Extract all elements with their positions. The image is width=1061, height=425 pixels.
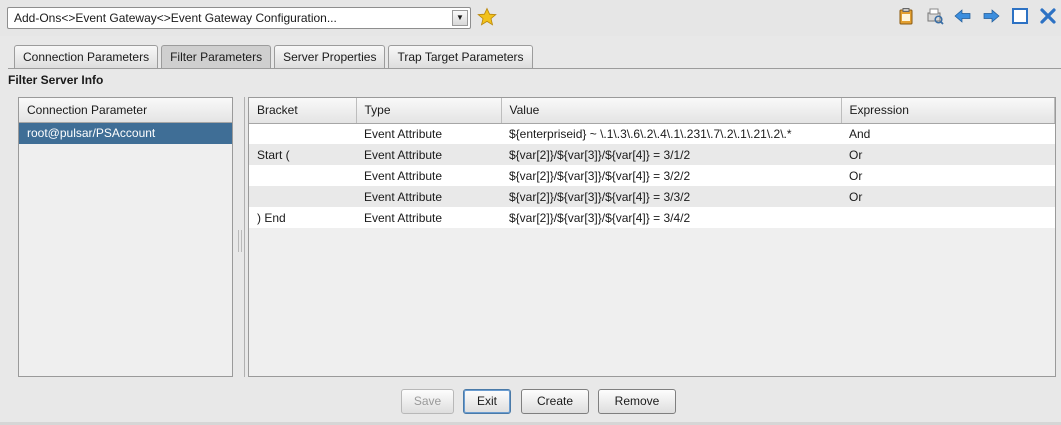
table-row[interactable]: Start ( Event Attribute ${var[2]}/${var[…	[249, 144, 1055, 165]
navigation-path-value: Add-Ons<>Event Gateway<>Event Gateway Co…	[14, 11, 337, 25]
tab-bar: Connection Parameters Filter Parameters …	[14, 45, 536, 69]
cell-bracket: ) End	[249, 207, 356, 228]
tab-connection-parameters[interactable]: Connection Parameters	[14, 45, 159, 69]
connection-parameter-list: Connection Parameter root@pulsar/PSAccou…	[18, 97, 233, 377]
save-button[interactable]: Save	[401, 389, 454, 414]
split-divider	[244, 97, 245, 377]
table-row[interactable]: Event Attribute ${enterpriseid} ~ \.1\.3…	[249, 123, 1055, 144]
favorite-star-icon[interactable]	[477, 7, 497, 27]
cell-bracket	[249, 123, 356, 144]
exit-button[interactable]: Exit	[463, 389, 511, 414]
cell-value: ${var[2]}/${var[3]}/${var[4]} = 3/3/2	[501, 186, 841, 207]
filter-table: Bracket Type Value Expression Event Attr…	[249, 98, 1055, 228]
maximize-icon[interactable]	[1011, 7, 1029, 25]
column-header-type[interactable]: Type	[356, 98, 502, 124]
cell-type: Event Attribute	[356, 186, 501, 207]
toolbar-icons	[890, 7, 1057, 27]
navigation-path-select[interactable]: Add-Ons<>Event Gateway<>Event Gateway Co…	[7, 7, 471, 29]
tab-server-properties[interactable]: Server Properties	[274, 45, 386, 69]
table-header-row: Bracket Type Value Expression	[249, 98, 1055, 124]
cell-type: Event Attribute	[356, 207, 501, 228]
table-row[interactable]: Event Attribute ${var[2]}/${var[3]}/${va…	[249, 186, 1055, 207]
forward-arrow-icon[interactable]	[982, 7, 1000, 25]
cell-type: Event Attribute	[356, 165, 501, 186]
filter-table-panel: Bracket Type Value Expression Event Attr…	[248, 97, 1056, 377]
cell-expression: Or	[841, 165, 1055, 186]
column-header-expression[interactable]: Expression	[841, 98, 1055, 124]
cell-expression	[841, 207, 1055, 228]
column-header-bracket[interactable]: Bracket	[249, 98, 357, 124]
cell-bracket	[249, 186, 356, 207]
connection-list-header: Connection Parameter	[19, 98, 232, 123]
table-row[interactable]: Event Attribute ${var[2]}/${var[3]}/${va…	[249, 165, 1055, 186]
dropdown-arrow-icon[interactable]: ▼	[452, 10, 468, 26]
print-preview-icon[interactable]	[926, 7, 944, 25]
cell-expression: Or	[841, 144, 1055, 165]
close-icon[interactable]	[1039, 7, 1057, 25]
cell-value: ${enterpriseid} ~ \.1\.3\.6\.2\.4\.1\.23…	[501, 123, 841, 144]
tab-filter-parameters[interactable]: Filter Parameters	[161, 45, 272, 69]
cell-value: ${var[2]}/${var[3]}/${var[4]} = 3/2/2	[501, 165, 841, 186]
table-row[interactable]: ) End Event Attribute ${var[2]}/${var[3]…	[249, 207, 1055, 228]
remove-button[interactable]: Remove	[598, 389, 676, 414]
action-button-bar: Save Exit Create Remove	[0, 389, 1061, 415]
cell-value: ${var[2]}/${var[3]}/${var[4]} = 3/4/2	[501, 207, 841, 228]
clipboard-icon[interactable]	[897, 7, 915, 25]
tab-divider	[8, 68, 1061, 69]
column-header-value[interactable]: Value	[501, 98, 842, 124]
cell-expression: And	[841, 123, 1055, 144]
cell-type: Event Attribute	[356, 123, 501, 144]
splitter-handle[interactable]	[238, 230, 242, 252]
back-arrow-icon[interactable]	[954, 7, 972, 25]
cell-bracket	[249, 165, 356, 186]
cell-expression: Or	[841, 186, 1055, 207]
section-title: Filter Server Info	[8, 73, 104, 87]
cell-value: ${var[2]}/${var[3]}/${var[4]} = 3/1/2	[501, 144, 841, 165]
cell-bracket: Start (	[249, 144, 356, 165]
create-button[interactable]: Create	[521, 389, 589, 414]
top-bar: Add-Ons<>Event Gateway<>Event Gateway Co…	[0, 0, 1061, 36]
tab-trap-target-parameters[interactable]: Trap Target Parameters	[388, 45, 533, 69]
cell-type: Event Attribute	[356, 144, 501, 165]
connection-list-item[interactable]: root@pulsar/PSAccount	[19, 123, 232, 144]
